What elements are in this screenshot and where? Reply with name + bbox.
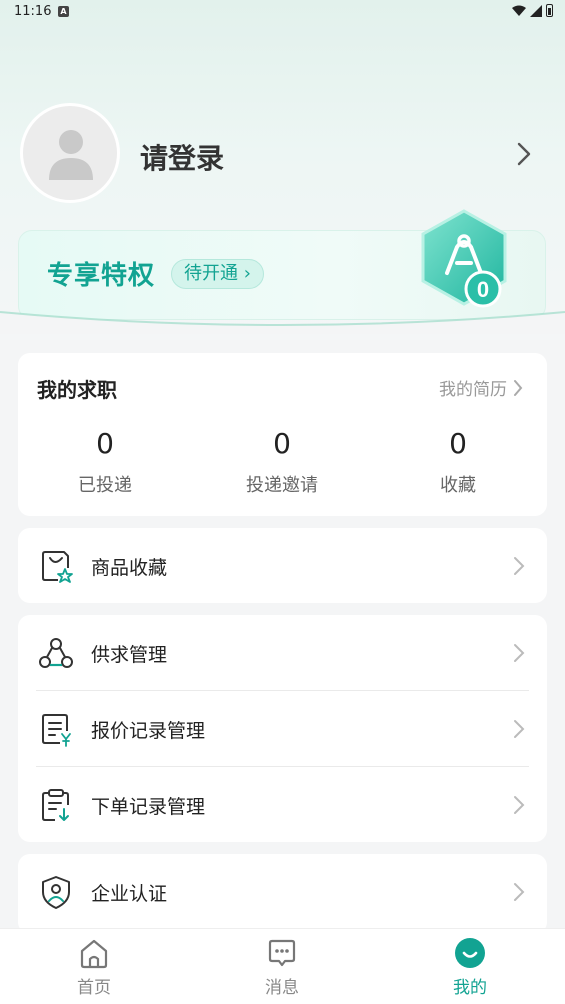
menu-label: 企业认证 bbox=[91, 883, 168, 905]
chat-icon bbox=[268, 939, 296, 967]
menu-label: 报价记录管理 bbox=[91, 720, 206, 742]
clipboard-download-icon bbox=[42, 789, 69, 821]
notification-icon: A bbox=[58, 6, 69, 17]
management-card: 供求管理 报价记录管理 下单记录管理 bbox=[18, 615, 547, 842]
vip-title: 专享特权 bbox=[47, 261, 156, 291]
stat-label: 投递邀请 bbox=[246, 475, 318, 496]
stat-value: 0 bbox=[96, 427, 114, 460]
chevron-right-icon bbox=[514, 883, 525, 901]
job-card: 我的求职 我的简历 0 已投递 0 投递邀请 0 收藏 bbox=[18, 353, 547, 516]
menu-item-quote[interactable]: 报价记录管理 bbox=[18, 691, 547, 767]
tab-home[interactable]: 首页 bbox=[54, 937, 134, 998]
status-time: 11:16 bbox=[14, 4, 52, 19]
menu-item-favorites[interactable]: 商品收藏 bbox=[18, 528, 547, 604]
job-card-title: 我的求职 bbox=[37, 378, 117, 402]
chevron-right-icon bbox=[514, 379, 523, 396]
home-icon bbox=[80, 939, 108, 969]
stat-value: 0 bbox=[273, 427, 291, 460]
tab-messages[interactable]: 消息 bbox=[242, 937, 322, 998]
menu-label: 下单记录管理 bbox=[91, 796, 206, 818]
wifi-icon bbox=[512, 5, 526, 16]
chevron-right-icon bbox=[514, 557, 525, 575]
resume-link[interactable]: 我的简历 bbox=[439, 375, 523, 400]
tab-mine[interactable]: 我的 bbox=[430, 937, 510, 998]
battery-icon bbox=[546, 4, 553, 17]
bottom-tab-bar: 首页 消息 我的 bbox=[0, 928, 565, 1004]
tab-label: 首页 bbox=[77, 978, 111, 998]
vip-activate-button[interactable]: 待开通 › bbox=[171, 259, 264, 289]
stat-delivered[interactable]: 0 已投递 bbox=[35, 427, 175, 497]
chevron-right-icon bbox=[514, 644, 525, 662]
user-icon bbox=[49, 130, 93, 180]
vip-pill-label: 待开通 bbox=[184, 263, 238, 284]
status-bar: 11:16 A bbox=[0, 0, 565, 24]
menu-label: 供求管理 bbox=[91, 644, 168, 666]
menu-item-supply[interactable]: 供求管理 bbox=[18, 615, 547, 691]
stat-label: 收藏 bbox=[440, 475, 476, 496]
chevron-right-icon[interactable] bbox=[516, 141, 532, 167]
stat-value: 0 bbox=[449, 427, 467, 460]
menu-item-order[interactable]: 下单记录管理 bbox=[18, 767, 547, 843]
favorites-card: 商品收藏 bbox=[18, 528, 547, 603]
stat-label: 已投递 bbox=[78, 475, 132, 496]
chevron-right-icon bbox=[514, 796, 525, 814]
smile-icon bbox=[455, 938, 485, 968]
status-icons bbox=[512, 4, 553, 17]
bag-star-icon bbox=[42, 551, 73, 583]
login-prompt[interactable]: 请登录 bbox=[140, 137, 224, 177]
menu-item-enterprise[interactable]: 企业认证 bbox=[18, 854, 547, 930]
shield-user-icon bbox=[42, 876, 70, 909]
vip-card-wave bbox=[0, 311, 565, 334]
menu-label: 商品收藏 bbox=[91, 557, 168, 579]
document-yen-icon bbox=[42, 714, 71, 747]
signal-icon bbox=[530, 4, 542, 17]
profile-section[interactable]: 请登录 bbox=[20, 103, 550, 205]
resume-link-label: 我的简历 bbox=[439, 380, 507, 400]
tab-label: 消息 bbox=[265, 978, 299, 998]
network-icon bbox=[39, 638, 73, 668]
tab-label: 我的 bbox=[453, 978, 487, 998]
enterprise-card: 企业认证 bbox=[18, 854, 547, 934]
stat-invitations[interactable]: 0 投递邀请 bbox=[212, 427, 352, 497]
chevron-right-icon bbox=[514, 720, 525, 738]
stat-favorites[interactable]: 0 收藏 bbox=[388, 427, 528, 497]
chevron-right-icon: › bbox=[243, 263, 251, 284]
avatar[interactable] bbox=[20, 103, 120, 203]
